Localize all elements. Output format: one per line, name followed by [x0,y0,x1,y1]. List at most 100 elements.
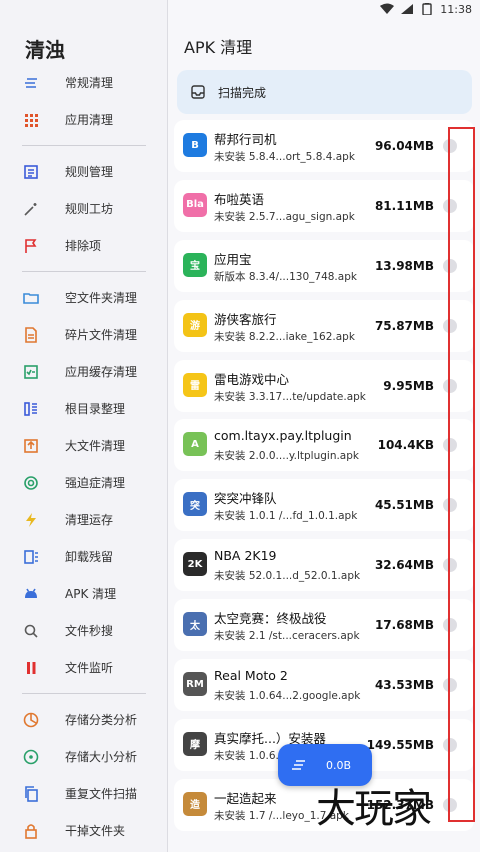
apk-name: 应用宝 [214,251,252,267]
apk-version-path: 未安装 2.1 /st...ceracers.apk [214,630,360,643]
drawer-item-label: 空文件夹清理 [65,291,138,305]
search-icon [23,623,39,639]
apk-list-item[interactable]: 游 游侠客旅行 未安装 8.2.2...iake_162.apk 75.87MB [174,299,474,352]
drawer-item-label: 文件监听 [65,661,114,675]
apk-name: 雷电游戏中心 [214,371,290,387]
drawer-item-label: 根目录整理 [65,402,126,416]
apk-list-item[interactable]: B 帮邦行司机 未安装 5.8.4...ort_5.8.4.apk 96.04M… [174,120,474,172]
apk-size: 43.53MB [374,678,434,693]
folder-icon [23,290,39,306]
app-icon: 游 [183,312,207,337]
drawer-item[interactable]: 排除项 [0,227,168,264]
apk-name: 游侠客旅行 [214,311,277,327]
apk-size: 32.64MB [374,558,434,573]
apk-list-item[interactable]: RM Real Moto 2 未安装 1.0.64...2.google.apk… [174,659,474,712]
apk-list-item[interactable]: 太 太空竞赛：终极战役 未安装 2.1 /st...ceracers.apk 1… [174,599,474,652]
drawer-item[interactable]: 根目录整理 [0,390,168,427]
apk-size: 45.51MB [374,498,434,513]
drawer-item-label: 存储分类分析 [65,713,138,727]
apk-list-item[interactable]: 雷 雷电游戏中心 未安装 3.3.17...te/update.apk 9.95… [174,359,474,412]
drawer-item-label: 存储大小分析 [65,750,138,764]
apk-version-path: 新版本 8.3.4/...130_748.apk [214,270,357,283]
sweep-lines-icon [292,760,305,770]
drawer-item[interactable]: 干掉文件夹 [0,812,168,849]
apk-list-item[interactable]: A com.ltayx.pay.ltplugin 未安装 2.0.0....y.… [174,419,474,472]
apk-version-path: 未安装 52.0.1...d_52.0.1.apk [214,570,361,583]
apk-name: NBA 2K19 [214,548,277,564]
apk-list-item[interactable]: 突 突突冲锋队 未安装 1.0.1 /...fd_1.0.1.apk 45.51… [174,479,474,532]
drawer-divider [22,271,146,272]
apk-list: B 帮邦行司机 未安装 5.8.4...ort_5.8.4.apk 96.04M… [174,120,474,839]
drawer-item-label: 文件秒搜 [65,624,114,638]
apk-version-path: 未安装 2.0.0....y.ltplugin.apk [214,450,359,463]
page-title: APK 清理 [184,38,253,57]
drawer-item[interactable]: 大文件清理 [0,427,168,464]
drawer-item[interactable]: 强迫症清理 [0,464,168,501]
apk-size: 81.11MB [374,198,434,213]
app-icon: 雷 [183,372,207,397]
scan-status-label: 扫描完成 [218,85,267,100]
drawer-item[interactable]: 碎片文件清理 [0,316,168,353]
apk-size: 13.98MB [374,258,434,273]
app-icon: 太 [183,612,207,637]
apk-name: com.ltayx.pay.ltplugin [214,428,352,444]
drawer-item-label: 清理运存 [65,513,114,527]
drawer-item-label: 碎片文件清理 [65,328,138,342]
apk-version-path: 未安装 8.2.2...iake_162.apk [214,330,355,343]
drawer-item[interactable]: 文件秒搜 [0,612,168,649]
drawer-title: 清浊 [25,38,65,62]
fab-size-label: 0.0B [326,758,352,772]
drawer-item[interactable]: 存储分类分析 [0,701,168,738]
drawer-item-label: 规则管理 [65,165,114,179]
app-icon: 摩 [183,731,207,756]
apk-list-item[interactable]: 宝 应用宝 新版本 8.3.4/...130_748.apk 13.98MB [174,239,474,292]
magic-wand-icon [23,201,39,217]
drawer-item[interactable]: 存储大小分析 [0,738,168,775]
drawer-item[interactable]: APK 清理 [0,575,168,612]
apk-size: 75.87MB [374,318,434,333]
drawer-menu: 常规清理应用清理规则管理规则工坊排除项空文件夹清理 碎片文件清理应用缓存清理根目录… [0,64,168,849]
drawer-item[interactable]: 应用缓存清理 [0,353,168,390]
lock-icon [23,823,39,839]
pause-icon [23,660,39,676]
apk-version-path: 未安装 5.8.4...ort_5.8.4.apk [214,151,355,163]
drawer-item-label: APK 清理 [65,587,117,601]
drawer-item-label: 强迫症清理 [65,476,126,490]
drawer-item[interactable]: 空文件夹清理 [0,279,168,316]
apk-size: 17.68MB [374,618,434,633]
drawer-item[interactable]: 规则工坊 [0,190,168,227]
drawer-divider [22,145,146,146]
drawer-item-label: 常规清理 [65,76,114,90]
apk-name: 一起造起来 [214,790,277,806]
apk-name: Real Moto 2 [214,668,288,684]
columns-icon [23,401,39,417]
watermark-logo: 大玩家 [316,786,432,832]
apk-size: 149.55MB [366,737,434,752]
grid-icon [23,112,39,128]
lightning-icon [23,512,39,528]
apk-size: 9.95MB [383,378,434,393]
app-icon: 突 [183,492,207,517]
drawer-item[interactable]: 重复文件扫描 [0,775,168,812]
apk-name: 帮邦行司机 [214,132,277,147]
target-icon [23,475,39,491]
drawer-item[interactable]: 文件监听 [0,649,168,686]
app-icon: B [183,133,207,157]
app-icon: 造 [183,791,207,816]
drawer-item[interactable]: 常规清理 [0,64,168,101]
apk-name: 布啦英语 [214,191,265,207]
drawer-item[interactable]: 清理运存 [0,501,168,538]
apk-version-path: 未安装 3.3.17...te/update.apk [214,390,366,403]
drawer-divider [22,693,146,694]
drawer-item[interactable]: 应用清理 [0,101,168,138]
drawer-item-label: 规则工坊 [65,202,114,216]
drawer-item[interactable]: 卸载残留 [0,538,168,575]
apk-list-item[interactable]: Bla 布啦英语 未安装 2.5.7...agu_sign.apk 81.11M… [174,179,474,232]
list-box-icon [23,164,39,180]
apk-list-item[interactable]: 2K NBA 2K19 未安装 52.0.1...d_52.0.1.apk 32… [174,539,474,592]
drawer-item-label: 大文件清理 [65,439,126,453]
drawer-item[interactable]: 规则管理 [0,153,168,190]
apk-version-path: 未安装 1.0.6... [214,749,286,762]
app-icon: 2K [183,552,207,577]
drawer-item-label: 卸载残留 [65,550,114,564]
